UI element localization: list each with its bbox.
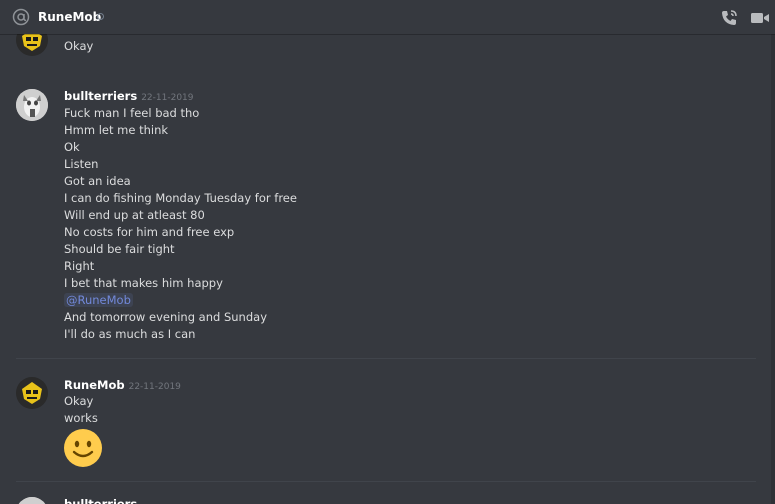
message-line: Got an idea [64, 174, 131, 188]
message-line: Right [64, 259, 95, 273]
message-timestamp: 22-11-2019 [128, 382, 181, 392]
message-timestamp: 22-11-2019 [141, 93, 194, 103]
message-line: Should be fair tight [64, 242, 175, 256]
message-line: Will end up at atleast 80 [64, 208, 205, 222]
channel-title: RuneMob [38, 10, 102, 24]
message-list: Okay bullterriers 22-11-2019 Fuck man I f… [0, 0, 775, 504]
dm-window: Okay bullterriers 22-11-2019 Fuck man I f… [0, 0, 775, 504]
author-name[interactable]: RuneMob [64, 378, 125, 392]
video-camera-icon[interactable] [750, 10, 770, 26]
message-line: Listen [64, 157, 99, 171]
dog-photo-avatar-icon [16, 89, 48, 121]
author-name[interactable]: bullterriers [64, 89, 137, 103]
avatar[interactable] [16, 377, 48, 409]
slightly-smiling-face-icon [64, 429, 102, 467]
user-mention[interactable]: @RuneMob [64, 293, 133, 307]
message-line: Hmm let me think [64, 123, 169, 137]
message-line: works [64, 411, 98, 425]
author-name[interactable]: bullterriers [64, 497, 137, 504]
message-divider [16, 481, 756, 482]
message-line: I'll do as much as I can [64, 327, 196, 341]
scrollbar[interactable] [771, 34, 775, 504]
message-line: And tomorrow evening and Sunday [64, 310, 267, 324]
message-line: Fuck man I feel bad tho [64, 106, 200, 120]
offline-status-icon [97, 13, 104, 20]
message-line: No costs for him and free exp [64, 225, 235, 239]
message-line: Ok [64, 140, 80, 154]
message-divider [16, 358, 756, 359]
message-line: I can do fishing Monday Tuesday for free [64, 191, 297, 205]
message-line: I bet that makes him happy [64, 276, 223, 290]
message-line: @RuneMob [64, 292, 133, 309]
avatar[interactable] [16, 89, 48, 121]
message-author[interactable]: bullterriers 22-11-2019 [64, 88, 194, 106]
message-author[interactable]: bullterriers [64, 496, 137, 504]
dog-photo-avatar-icon [16, 497, 48, 504]
channel-header: RuneMob [0, 0, 775, 34]
phone-call-icon[interactable] [720, 9, 738, 27]
message-line: Okay [64, 39, 94, 53]
yellow-mask-avatar-icon [16, 377, 48, 409]
message-line: Okay [64, 394, 94, 408]
at-sign-icon [12, 8, 30, 26]
avatar[interactable] [16, 497, 48, 504]
